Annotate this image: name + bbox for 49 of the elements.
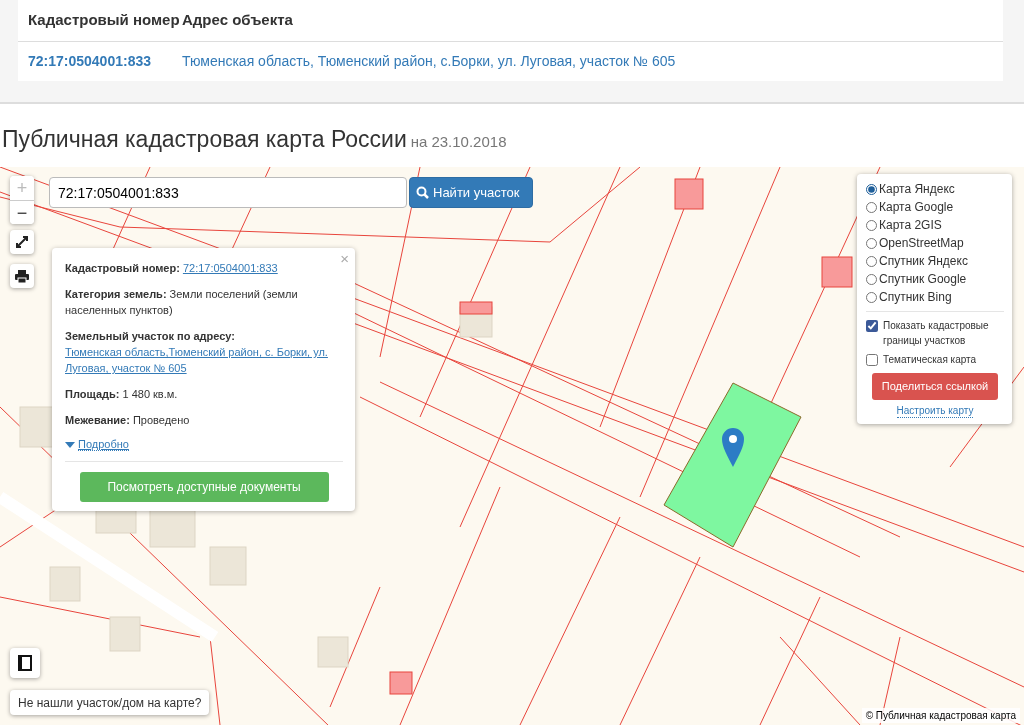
checkbox[interactable] xyxy=(866,354,878,366)
radio-label[interactable]: Карта Яндекс xyxy=(879,180,955,198)
checkbox-label[interactable]: Тематическая карта xyxy=(883,352,977,367)
printer-icon xyxy=(15,269,29,283)
map-pin-icon xyxy=(722,428,744,467)
column-header: Кадастровый номер xyxy=(27,10,181,31)
search-icon xyxy=(416,186,429,199)
radio-label[interactable]: Спутник Bing xyxy=(879,288,952,306)
search-field[interactable]: 72:17:0504001:833 xyxy=(49,177,407,208)
radio-button[interactable] xyxy=(866,273,877,285)
checkbox-label[interactable]: Показать кадастровые границы участков xyxy=(883,318,1004,348)
field-link[interactable]: 72:17:0504001:833 xyxy=(182,262,278,274)
more-link[interactable]: Подробно xyxy=(78,438,129,451)
attribution-text: © Публичная кадастровая карта xyxy=(861,708,1020,723)
book-icon xyxy=(18,655,32,671)
radio-label[interactable]: Карта 2GIS xyxy=(879,216,942,234)
settings-link[interactable]: Настроить карту xyxy=(896,405,974,418)
field-label: Земельный участок по адресу: xyxy=(65,330,235,342)
info-field: Категория земель: Земли поселений (земли населенных пунктов) xyxy=(65,286,343,318)
not-found-button[interactable]: Не нашли участок/дом на карте? xyxy=(10,690,210,715)
radio-button[interactable] xyxy=(866,291,877,303)
fullscreen-button[interactable] xyxy=(10,230,34,254)
checkbox[interactable] xyxy=(866,320,878,332)
caret-down-icon xyxy=(65,442,75,449)
expand-icon xyxy=(15,235,29,249)
radio-button[interactable] xyxy=(866,255,877,267)
radio-label[interactable]: OpenStreetMap xyxy=(879,234,964,252)
field-link[interactable]: Тюменская область,Тюменский район, с. Борки, ул. Луговая, участок № 605 xyxy=(65,344,343,376)
page-title: Публичная кадастровая карта России xyxy=(2,126,407,152)
info-field: Площадь: 1 480 кв.м. xyxy=(65,386,343,402)
address-link[interactable]: Тюменская область, Тюменский район, с.Борки, ул. Луговая, участок № 605 xyxy=(182,53,676,69)
search-button[interactable]: Найти участок xyxy=(409,177,533,208)
column-header: Адрес объекта xyxy=(182,10,293,31)
legend-button[interactable] xyxy=(10,648,40,678)
radio-label[interactable]: Спутник Google xyxy=(879,270,967,288)
selected-parcel[interactable] xyxy=(663,382,802,548)
radio-label[interactable]: Спутник Яндекс xyxy=(879,252,968,270)
radio-button[interactable] xyxy=(866,201,877,213)
info-field: Межевание: Проведено xyxy=(65,412,343,428)
share-link-button[interactable]: Поделиться ссылкой xyxy=(872,373,998,400)
radio-label[interactable]: Карта Google xyxy=(879,198,954,216)
zoom-out-button[interactable]: − xyxy=(10,200,34,224)
cadastral-number-link[interactable]: 72:17:0504001:833 xyxy=(28,53,151,69)
date-label: на 23.10.2018 xyxy=(410,133,507,150)
radio-button[interactable] xyxy=(866,183,877,195)
radio-button[interactable] xyxy=(866,237,877,249)
radio-button[interactable] xyxy=(866,219,877,231)
field-label: Кадастровый номер: xyxy=(65,262,180,274)
print-button[interactable] xyxy=(10,264,34,288)
